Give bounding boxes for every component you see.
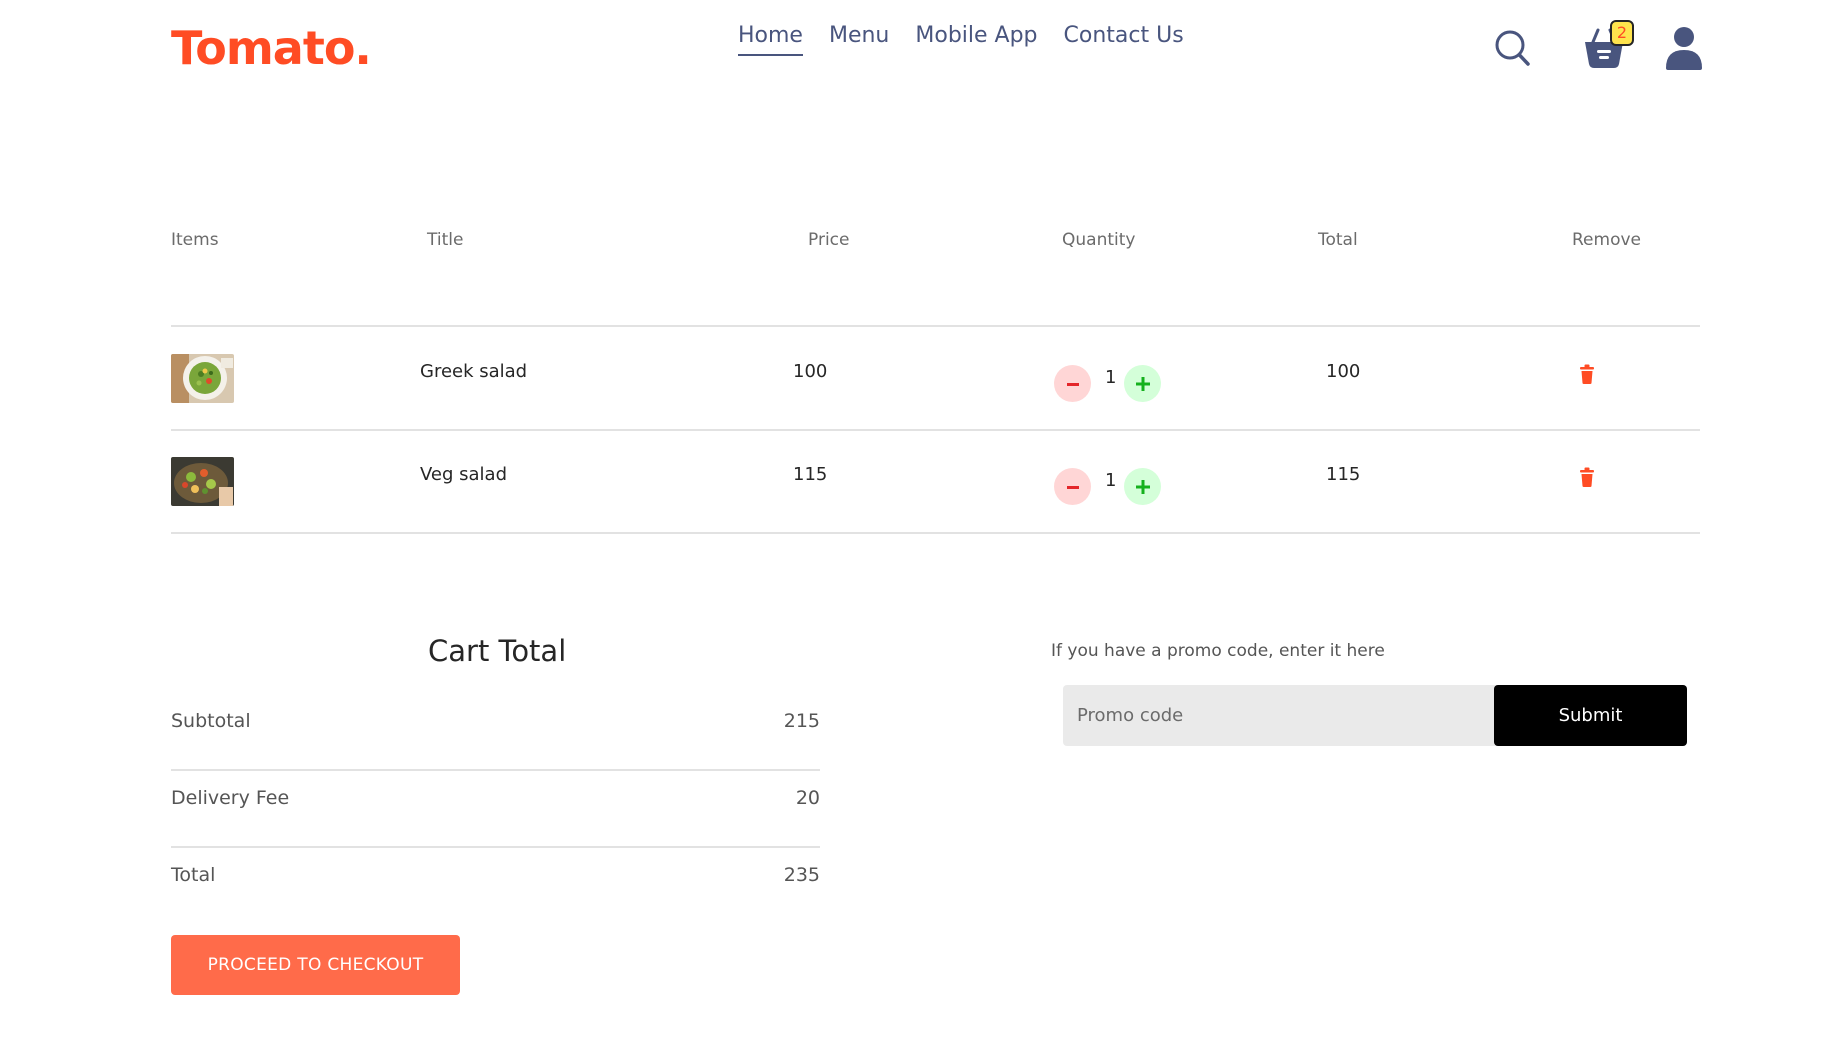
item-title: Veg salad (420, 464, 508, 485)
nav-link-home[interactable]: Home (738, 20, 803, 56)
item-quantity: 1 (1105, 367, 1117, 388)
divider (171, 325, 1700, 327)
header-remove: Remove (1572, 230, 1641, 250)
promo-prompt: If you have a promo code, enter it here (1051, 641, 1385, 661)
table-header: Items Title Price Quantity Total Remove (171, 228, 1700, 258)
profile-icon[interactable] (1666, 26, 1702, 70)
subtotal-value: 215 (783, 710, 820, 732)
table-row: Veg salad 115 1 115 (171, 457, 1700, 517)
promo-code-input[interactable] (1063, 685, 1493, 746)
plus-icon (1135, 479, 1150, 494)
nav-link-contact-us[interactable]: Contact Us (1064, 20, 1184, 56)
minus-icon (1066, 382, 1079, 386)
nav-links: Home Menu Mobile App Contact Us (738, 20, 1184, 56)
minus-icon (1066, 485, 1079, 489)
cart-items-table: Items Title Price Quantity Total Remove (171, 228, 1700, 258)
divider (171, 769, 820, 771)
search-icon[interactable] (1494, 28, 1532, 68)
cart-total-title: Cart Total (428, 634, 567, 668)
header-quantity: Quantity (1062, 230, 1136, 250)
header-price: Price (808, 230, 850, 250)
divider (171, 846, 820, 848)
total-label: Total (171, 864, 216, 886)
subtotal-label: Subtotal (171, 710, 251, 732)
nav-link-mobile-app[interactable]: Mobile App (915, 20, 1037, 56)
proceed-to-checkout-button[interactable]: PROCEED TO CHECKOUT (171, 935, 460, 995)
navbar: Tomato. Home Menu Mobile App Contact Us … (0, 0, 1844, 100)
item-price: 100 (793, 361, 828, 382)
header-title: Title (427, 230, 464, 250)
header-items: Items (171, 230, 219, 250)
delivery-fee-label: Delivery Fee (171, 787, 290, 809)
cart-count-badge: 2 (1610, 20, 1634, 46)
greek-salad-thumbnail (171, 354, 234, 403)
promo-code-form: Submit (1063, 685, 1687, 746)
header-total: Total (1318, 230, 1358, 250)
veg-salad-thumbnail (171, 457, 234, 506)
item-total: 100 (1326, 361, 1361, 382)
divider (171, 429, 1700, 431)
item-total: 115 (1326, 464, 1361, 485)
trash-icon[interactable] (1579, 467, 1595, 487)
item-title: Greek salad (420, 361, 528, 382)
item-price: 115 (793, 464, 828, 485)
nav-link-menu[interactable]: Menu (829, 20, 889, 56)
table-row: Greek salad 100 1 100 (171, 354, 1700, 414)
item-quantity: 1 (1105, 470, 1117, 491)
logo[interactable]: Tomato. (171, 20, 372, 76)
promo-submit-button[interactable]: Submit (1494, 685, 1687, 746)
plus-icon (1135, 376, 1150, 391)
increase-quantity-button[interactable] (1124, 365, 1161, 402)
divider (171, 532, 1700, 534)
decrease-quantity-button[interactable] (1054, 468, 1091, 505)
total-value: 235 (783, 864, 820, 886)
delivery-fee-value: 20 (795, 787, 820, 809)
increase-quantity-button[interactable] (1124, 468, 1161, 505)
basket-button[interactable]: 2 (1582, 20, 1634, 70)
decrease-quantity-button[interactable] (1054, 365, 1091, 402)
trash-icon[interactable] (1579, 364, 1595, 384)
